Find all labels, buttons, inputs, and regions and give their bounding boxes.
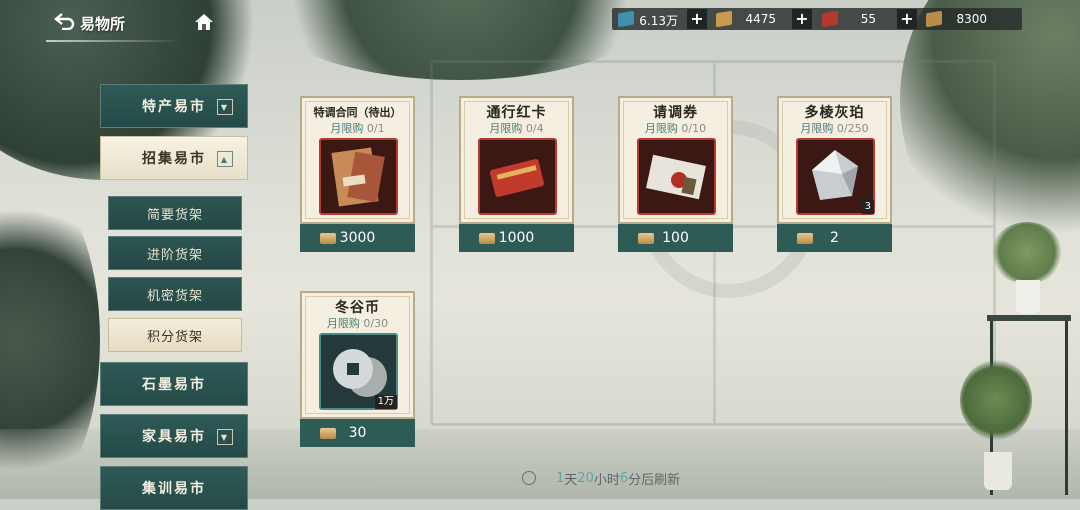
nav-item-label: 招集易市 (142, 151, 206, 167)
item-name: 通行红卡 (486, 105, 547, 121)
gold-ticket-icon (716, 10, 732, 28)
shop-item-card[interactable]: 通行红卡 月限购 0/4 1000 (459, 96, 574, 256)
purchase-limit: 月限购 0/1 (330, 122, 385, 135)
purchase-limit: 月限购 0/30 (326, 317, 389, 330)
item-price: 3000 (339, 230, 376, 246)
resource-value: 6.13万 (639, 14, 678, 28)
add-resource-button[interactable]: + (687, 9, 707, 29)
shop-item-card[interactable]: 多棱灰珀 月限购 0/250 3 2 (777, 96, 892, 256)
potted-plant (992, 222, 1062, 317)
card-body: 请调券 月限购 0/10 (618, 96, 733, 224)
resource-value: 4475 (745, 12, 776, 26)
item-price: 2 (830, 230, 839, 246)
refresh-hours: 20 (577, 470, 594, 486)
resource-bar: 6.13万 + 4475 + 55 + 8300 (612, 8, 1022, 30)
nav-item-label: 特产易市 (142, 99, 206, 115)
add-resource-button[interactable]: + (897, 9, 917, 29)
item-name: 请调券 (653, 105, 698, 121)
chevron-down-icon: ▼ (217, 429, 233, 445)
resource-bronze: 8300 (926, 8, 987, 30)
refresh-days: 1 (556, 470, 565, 486)
nav-item-training-market[interactable]: 集训易市 (100, 466, 248, 510)
grey-crystal-icon: 3 (796, 138, 875, 215)
purchase-limit: 月限购 0/250 (800, 122, 869, 135)
sub-item-label: 机密货架 (146, 288, 203, 304)
refresh-minutes: 6 (619, 470, 629, 486)
bronze-ticket-icon (320, 233, 336, 244)
back-arrow-icon (54, 11, 76, 35)
top-nav: 易物所 (46, 6, 186, 42)
purchase-limit: 月限购 0/4 (489, 122, 544, 135)
sub-item-label: 简要货架 (146, 207, 203, 223)
chevron-down-icon: ▼ (217, 99, 233, 115)
contract-folder-icon (319, 138, 398, 215)
item-price: 1000 (498, 230, 535, 246)
nav-item-specialty-market[interactable]: 特产易市 ▼ (100, 84, 248, 128)
resource-value: 55 (860, 12, 876, 26)
nav-item-graphite-market[interactable]: 石墨易市 (100, 362, 248, 406)
item-name: 冬谷币 (335, 300, 380, 316)
item-name: 特调合同（待出） (313, 106, 402, 119)
clock-icon (522, 471, 536, 485)
item-name: 多棱灰珀 (804, 105, 865, 121)
bronze-ticket-icon (479, 233, 495, 244)
item-quantity: 1万 (374, 395, 397, 409)
nav-item-recruit-market[interactable]: 招集易市 ▲ (100, 136, 248, 180)
card-body: 冬谷币 月限购 0/30 1万 (300, 291, 415, 419)
back-label: 易物所 (80, 14, 126, 33)
buy-button[interactable]: 30 (300, 419, 415, 447)
resource-red: 55 (822, 8, 876, 30)
refresh-timer: 1 天 20 小时 6 分后刷新 (522, 469, 680, 488)
add-resource-button[interactable]: + (792, 9, 812, 29)
divider (46, 40, 181, 42)
shop-item-card[interactable]: 请调券 月限购 0/10 100 (618, 96, 733, 256)
red-ticket-icon (822, 10, 838, 28)
buy-button[interactable]: 1000 (459, 224, 574, 252)
bronze-ticket-icon (320, 428, 336, 439)
card-body: 通行红卡 月限购 0/4 (459, 96, 574, 224)
nav-item-furniture-market[interactable]: 家具易市 ▼ (100, 414, 248, 458)
bronze-ticket-icon (926, 10, 942, 28)
resource-blue: 6.13万 (618, 8, 678, 30)
card-body: 多棱灰珀 月限购 0/250 3 (777, 96, 892, 224)
resource-value: 8300 (956, 12, 987, 26)
home-icon (195, 14, 213, 30)
card-body: 特调合同（待出） 月限购 0/1 (300, 96, 415, 224)
resource-gold: 4475 (716, 8, 776, 30)
nav-item-label: 集训易市 (142, 481, 206, 497)
bronze-ticket-icon (638, 233, 654, 244)
item-price: 30 (348, 425, 367, 441)
sub-item-points-shelf[interactable]: 积分货架 (108, 318, 242, 352)
shop-item-card[interactable]: 冬谷币 月限购 0/30 1万 30 (300, 291, 415, 451)
red-pass-card-icon (478, 138, 557, 215)
silver-coins-icon: 1万 (319, 333, 398, 410)
back-button[interactable]: 易物所 (54, 8, 125, 38)
blue-ticket-icon (618, 10, 634, 28)
sub-item-basic-shelf[interactable]: 简要货架 (108, 196, 242, 230)
sub-item-secret-shelf[interactable]: 机密货架 (108, 277, 242, 311)
purchase-limit: 月限购 0/10 (644, 122, 707, 135)
sub-item-advanced-shelf[interactable]: 进阶货架 (108, 236, 242, 270)
home-button[interactable] (193, 12, 215, 32)
sealed-envelope-icon (637, 138, 716, 215)
chevron-up-icon: ▲ (217, 151, 233, 167)
potted-plant (960, 360, 1032, 490)
bronze-ticket-icon (797, 233, 813, 244)
nav-item-label: 石墨易市 (142, 377, 206, 393)
shop-category-nav: 特产易市 ▼ 招集易市 ▲ 简要货架 进阶货架 机密货架 积分货架 石墨易市 家… (0, 80, 260, 510)
shop-item-card[interactable]: 特调合同（待出） 月限购 0/1 3000 (300, 96, 415, 256)
item-price: 100 (662, 230, 689, 246)
nav-item-label: 家具易市 (142, 429, 206, 445)
buy-button[interactable]: 100 (618, 224, 733, 252)
sub-item-label: 进阶货架 (146, 247, 203, 263)
buy-button[interactable]: 2 (777, 224, 892, 252)
sub-item-label: 积分货架 (146, 329, 203, 345)
buy-button[interactable]: 3000 (300, 224, 415, 252)
item-quantity: 3 (861, 200, 874, 214)
